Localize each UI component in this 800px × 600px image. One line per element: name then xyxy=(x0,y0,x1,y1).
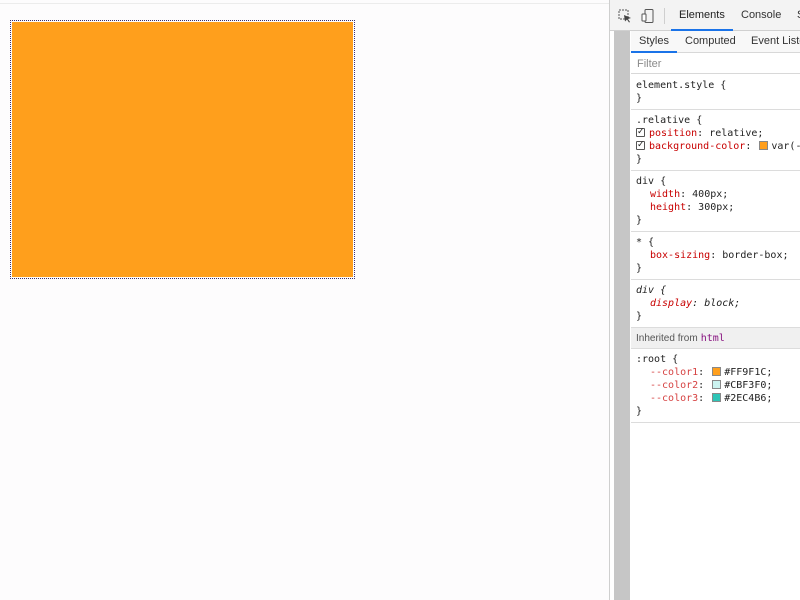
rule-div: div { width: 400px; height: 300px; } xyxy=(631,171,800,232)
rule-universal: * { box-sizing: border-box; } xyxy=(631,232,800,280)
property-value: relative; xyxy=(709,128,764,139)
rule-close: } xyxy=(636,154,643,165)
device-toolbar-icon[interactable] xyxy=(641,9,655,23)
declaration-color3[interactable]: --color3: #2EC4B6; xyxy=(636,392,800,405)
subtab-event-listeners[interactable]: Event Listeners xyxy=(751,31,800,53)
declaration-display[interactable]: display: block; xyxy=(636,297,800,310)
property-name: position xyxy=(649,128,698,139)
subtab-styles[interactable]: Styles xyxy=(631,31,677,53)
rule-close: } xyxy=(636,263,643,274)
devtools-panel: Elements Console S Styles Computed Event… xyxy=(609,0,800,600)
variable-value: #FF9F1C; xyxy=(724,367,773,378)
rule-element-style: element.style { } xyxy=(631,75,800,110)
declaration-color2[interactable]: --color2: #CBF3F0; xyxy=(636,379,800,392)
inspect-element-icon[interactable] xyxy=(618,9,632,23)
rule-selector[interactable]: element.style { xyxy=(636,79,800,92)
styles-filter xyxy=(631,53,800,74)
property-name: box-sizing xyxy=(650,250,711,261)
rule-selector[interactable]: .relative { xyxy=(636,114,800,127)
property-name: height xyxy=(650,202,687,213)
color-swatch-icon[interactable] xyxy=(712,393,722,402)
color-swatch-icon[interactable] xyxy=(712,367,722,376)
declaration-checkbox[interactable] xyxy=(636,126,645,139)
relative-div-fill xyxy=(12,22,353,277)
inherited-label: Inherited from xyxy=(636,333,698,344)
declaration-width[interactable]: width: 400px; xyxy=(636,188,800,201)
variable-value: #CBF3F0; xyxy=(724,380,773,391)
rule-selector[interactable]: * { xyxy=(636,236,800,249)
page-viewport xyxy=(0,0,609,600)
variable-name: --color1 xyxy=(650,367,699,378)
property-value: block; xyxy=(704,298,741,309)
styles-subtabs: Styles Computed Event Listeners xyxy=(631,31,800,53)
color-swatch-icon[interactable] xyxy=(712,380,722,389)
declaration-checkbox[interactable] xyxy=(636,139,645,152)
devtools-dom-scrollbar[interactable] xyxy=(614,31,630,600)
variable-name: --color2 xyxy=(650,380,699,391)
declaration-box-sizing[interactable]: box-sizing: border-box; xyxy=(636,249,800,262)
rule-close: } xyxy=(636,311,643,322)
viewport-top-edge xyxy=(0,0,609,4)
styles-pane: Styles Computed Event Listeners element.… xyxy=(631,31,800,600)
property-name: background-color xyxy=(649,141,746,152)
color-swatch-icon[interactable] xyxy=(759,141,769,150)
tab-overflow[interactable]: S xyxy=(793,0,800,31)
property-name: width xyxy=(650,189,681,200)
rule-selector[interactable]: :root { xyxy=(636,353,800,366)
property-value: 400px; xyxy=(692,189,729,200)
declaration-position[interactable]: position: relative; xyxy=(636,126,800,140)
tab-console[interactable]: Console xyxy=(734,0,788,31)
declaration-color1[interactable]: --color1: #FF9F1C; xyxy=(636,366,800,379)
declaration-height[interactable]: height: 300px; xyxy=(636,201,800,214)
relative-div-box[interactable] xyxy=(10,20,355,279)
rule-close: } xyxy=(636,406,643,417)
property-name: display xyxy=(650,298,693,309)
rule-user-agent-div: div { display: block; } xyxy=(631,280,800,328)
rule-selector[interactable]: div { xyxy=(636,175,800,188)
rule-close: } xyxy=(636,215,643,226)
variable-name: --color3 xyxy=(650,393,699,404)
inherited-header: Inherited from html xyxy=(631,328,800,349)
toolbar-separator xyxy=(664,8,665,24)
property-value: var(-- xyxy=(771,141,800,152)
declaration-background-color[interactable]: background-color: var(-- xyxy=(636,139,800,153)
inherited-node-link[interactable]: html xyxy=(701,333,725,344)
devtools-toolbar: Elements Console S xyxy=(610,0,800,31)
rule-root: :root { --color1: #FF9F1C; --color2: #CB… xyxy=(631,349,800,423)
tab-elements[interactable]: Elements xyxy=(671,0,733,31)
style-rules: element.style { } .relative { position: … xyxy=(631,75,800,423)
subtab-computed[interactable]: Computed xyxy=(685,31,736,53)
rule-selector[interactable]: div { xyxy=(636,284,800,297)
rule-relative: .relative { position: relative; backgrou… xyxy=(631,110,800,171)
property-value: border-box; xyxy=(722,250,789,261)
rule-close: } xyxy=(636,93,643,104)
variable-value: #2EC4B6; xyxy=(724,393,773,404)
filter-input[interactable] xyxy=(637,56,797,71)
property-value: 300px; xyxy=(698,202,735,213)
